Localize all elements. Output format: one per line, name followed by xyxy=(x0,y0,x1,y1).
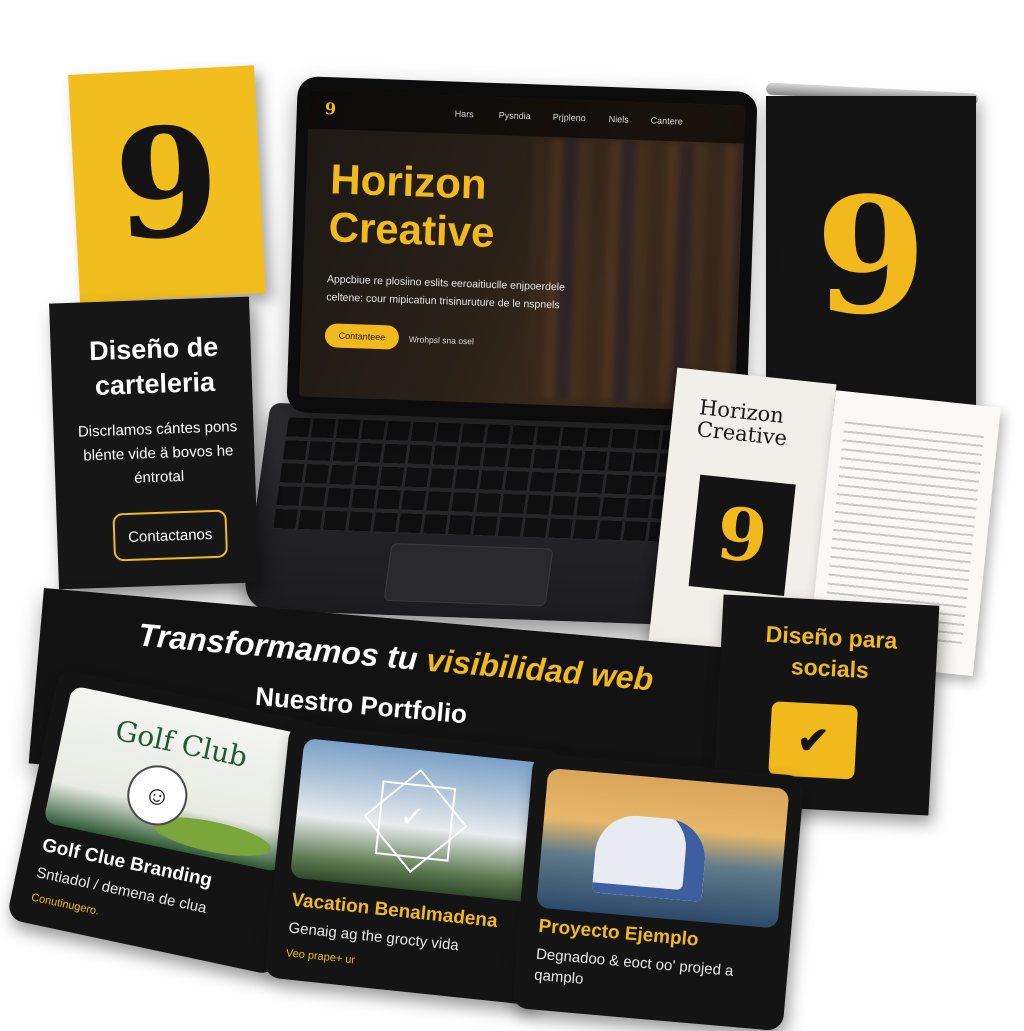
golf-club-logo-text: Golf Club xyxy=(112,713,251,774)
hero-secondary-link[interactable]: Wrohpsl sna osel xyxy=(409,334,474,346)
laptop-keyboard xyxy=(273,417,689,543)
nav-item-5[interactable]: Cantere xyxy=(650,115,682,126)
nav-item-1[interactable]: Hars xyxy=(455,109,474,120)
brochure-logo: 9 xyxy=(688,474,796,597)
rollup-banner: 9 xyxy=(766,96,976,416)
website-preview: 9 Hars Pysndia Prjpleno Niels Cantere Ho… xyxy=(298,90,746,412)
portfolio-subtitle: Degnadoo & eoct oo' projed a qamplo xyxy=(533,945,735,988)
poster-body: Discrlamos cántes pons blénte vide ä bov… xyxy=(77,418,238,487)
banner-logo-mark: 9 xyxy=(815,162,927,350)
vacation-building-image: ✓ xyxy=(289,737,546,903)
check-icon: ✔ xyxy=(768,701,859,780)
laptop-base xyxy=(241,402,711,626)
emblem-check-icon: ✓ xyxy=(398,799,427,835)
hero-title-line2: Creative xyxy=(327,203,496,257)
nav-item-4[interactable]: Niels xyxy=(609,114,629,125)
hero-title-line1: Horizon xyxy=(329,155,488,208)
portfolio-link[interactable]: Conutinugero. xyxy=(30,892,100,918)
contact-button[interactable]: Contactanos xyxy=(112,509,229,562)
website-nav: 9 Hars Pysndia Prjpleno Niels Cantere xyxy=(308,90,746,144)
portfolio-card-example[interactable]: Proyecto Ejemplo Degnadoo & eoct oo' pro… xyxy=(511,752,805,1031)
hero-background-image xyxy=(524,138,744,406)
social-title: Diseño para socials xyxy=(765,620,898,684)
nav-item-2[interactable]: Pysndia xyxy=(499,110,531,121)
brochure-title: Horizon Creative xyxy=(696,395,791,450)
brochure-logo-mark: 9 xyxy=(712,489,772,580)
tagline-text: Transformamos tu xyxy=(136,616,429,678)
hero-title: Horizon Creative xyxy=(328,155,497,257)
nav-item-3[interactable]: Prjpleno xyxy=(553,112,586,123)
portfolio-link[interactable]: Veo prape+ ur xyxy=(285,947,355,966)
laptop-trackpad xyxy=(383,543,554,607)
poster-card: Diseño de carteleria Discrlamos cántes p… xyxy=(49,296,259,590)
poster-title: Diseño de carteleria xyxy=(88,331,219,402)
nav-logo[interactable]: 9 xyxy=(325,99,337,118)
coastal-house-image xyxy=(536,767,790,929)
logo-card: 9 xyxy=(68,65,266,303)
hero-cta-button[interactable]: Contanteee xyxy=(324,323,400,350)
tagline-highlight: visibilidad web xyxy=(424,641,655,698)
logo-mark: 9 xyxy=(110,93,224,275)
tagline-headline: Transformamos tu visibilidad web xyxy=(137,616,655,698)
house-graphic xyxy=(591,812,709,902)
